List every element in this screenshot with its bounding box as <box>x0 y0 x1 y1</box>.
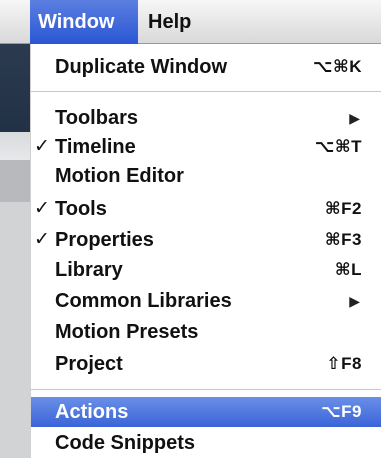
menu-item-label: Motion Editor <box>55 165 184 187</box>
menu-item-timeline[interactable]: ✓ Timeline ⌥⌘T <box>31 132 381 162</box>
menu-item-library[interactable]: Library ⌘L <box>31 255 381 285</box>
menu-item-shortcut: ⌘F3 <box>324 230 362 249</box>
screen: Window Help Duplicate Window ⌥⌘K Toolbar… <box>0 0 381 458</box>
menu-item-label: Library <box>55 259 123 281</box>
menu-item-shortcut: ⌥F9 <box>321 402 362 421</box>
menu-item-label: Code Snippets <box>55 432 196 454</box>
menu-bar-help[interactable]: Help <box>142 0 216 44</box>
menu-item-label: Duplicate Window <box>55 56 228 78</box>
menu-item-label: Properties <box>55 229 154 251</box>
menu-separator <box>31 91 381 92</box>
menu-item-label: Common Libraries <box>55 290 232 312</box>
menu-item-shortcut: ⌥⌘T <box>314 137 362 156</box>
window-menu-dropdown: Duplicate Window ⌥⌘K Toolbars ▶ ✓ Timeli… <box>30 44 381 458</box>
menu-bar: Window Help <box>0 0 381 44</box>
menu-item-shortcut: ⌘F2 <box>324 199 362 218</box>
menu-item-properties[interactable]: ✓ Properties ⌘F3 <box>31 225 381 255</box>
menu-item-code-snippets[interactable]: Code Snippets <box>31 428 381 458</box>
submenu-arrow-icon: ▶ <box>349 293 360 309</box>
checkmark-icon: ✓ <box>34 198 50 219</box>
submenu-arrow-icon: ▶ <box>349 110 360 126</box>
menu-item-label: Tools <box>55 198 107 220</box>
background-window <box>0 0 30 458</box>
menu-item-toolbars[interactable]: Toolbars ▶ <box>31 103 381 133</box>
menu-item-motion-presets[interactable]: Motion Presets <box>31 317 381 347</box>
menu-separator <box>31 389 381 390</box>
checkmark-icon: ✓ <box>34 136 50 157</box>
menu-item-motion-editor[interactable]: Motion Editor <box>31 161 381 191</box>
menu-item-actions[interactable]: Actions ⌥F9 <box>31 397 381 427</box>
menu-item-label: Project <box>55 353 123 375</box>
menu-item-label: Toolbars <box>55 107 138 129</box>
menu-item-shortcut: ⌥⌘K <box>312 57 362 76</box>
menu-item-duplicate-window[interactable]: Duplicate Window ⌥⌘K <box>31 52 381 82</box>
checkmark-icon: ✓ <box>34 229 50 250</box>
menu-item-tools[interactable]: ✓ Tools ⌘F2 <box>31 194 381 224</box>
menu-item-common-libraries[interactable]: Common Libraries ▶ <box>31 286 381 316</box>
menu-item-label: Motion Presets <box>55 321 199 343</box>
menu-item-label: Timeline <box>55 136 136 158</box>
menu-item-shortcut: ⌘L <box>334 260 362 279</box>
menu-item-shortcut: ⇧F8 <box>326 354 362 373</box>
menu-item-label: Actions <box>55 401 129 423</box>
menu-item-project[interactable]: Project ⇧F8 <box>31 349 381 379</box>
menu-bar-window[interactable]: Window <box>30 0 138 44</box>
